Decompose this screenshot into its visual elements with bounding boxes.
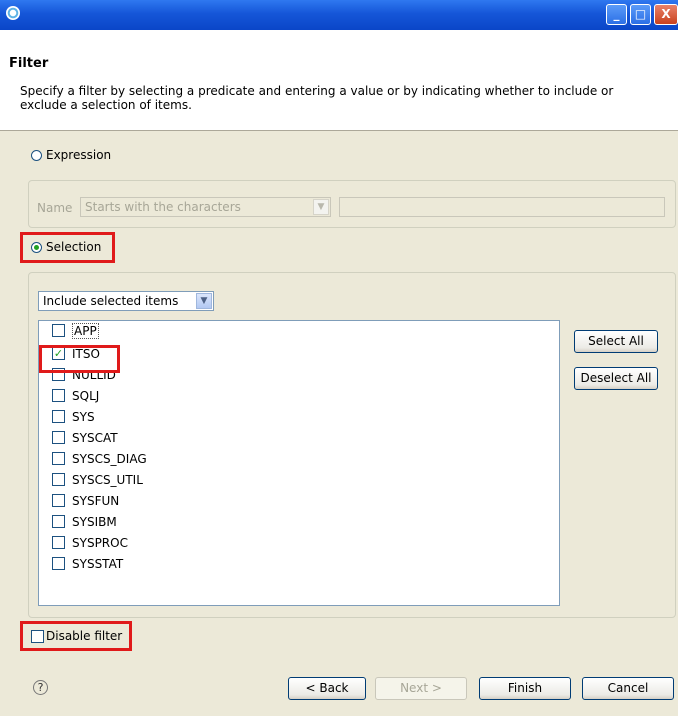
selection-label: Selection: [46, 240, 102, 254]
list-item[interactable]: SYSCS_DIAG: [38, 447, 560, 466]
value-field[interactable]: [339, 197, 665, 217]
cancel-button[interactable]: Cancel: [582, 677, 674, 700]
page-title: Filter: [9, 56, 49, 71]
close-button[interactable]: X: [654, 4, 678, 25]
list-item[interactable]: SYSIBM: [38, 510, 560, 529]
list-item[interactable]: SYSFUN: [38, 489, 560, 508]
list-item[interactable]: APP: [38, 321, 560, 340]
item-label: SYSFUN: [72, 494, 120, 508]
disable-filter-checkbox[interactable]: [31, 630, 44, 643]
disable-filter-label: Disable filter: [46, 629, 123, 643]
item-checkbox[interactable]: [52, 557, 65, 570]
item-checkbox[interactable]: [52, 431, 65, 444]
selection-radio[interactable]: [31, 242, 42, 253]
list-item[interactable]: SYSCS_UTIL: [38, 468, 560, 487]
item-checkbox[interactable]: [52, 389, 65, 402]
item-checkbox[interactable]: [52, 452, 65, 465]
item-checkbox[interactable]: [52, 324, 65, 337]
include-mode-value: Include selected items: [43, 294, 179, 308]
eclipse-icon: [6, 6, 20, 20]
item-label: SYSSTAT: [72, 557, 124, 571]
deselect-all-button[interactable]: Deselect All: [574, 367, 658, 390]
predicate-value: Starts with the characters: [85, 200, 241, 214]
dialog-header: [0, 30, 678, 130]
item-label: SYSCS_DIAG: [72, 452, 147, 466]
item-label: SYSCS_UTIL: [72, 473, 143, 487]
item-label: SYS: [72, 410, 95, 424]
finish-button[interactable]: Finish: [479, 677, 571, 700]
itso-highlight: [39, 345, 120, 373]
select-all-button[interactable]: Select All: [574, 330, 658, 353]
help-icon[interactable]: ?: [33, 680, 48, 695]
list-item[interactable]: SYSPROC: [38, 531, 560, 550]
maximize-button[interactable]: □: [630, 4, 651, 25]
expression-radio[interactable]: [31, 150, 42, 161]
chevron-down-icon: ▼: [313, 199, 329, 215]
minimize-button[interactable]: _: [606, 4, 627, 25]
page-description: Specify a filter by selecting a predicat…: [20, 84, 614, 112]
item-label: SYSPROC: [72, 536, 128, 550]
list-item[interactable]: SYSSTAT: [38, 552, 560, 571]
item-label: APP: [72, 323, 99, 339]
item-label: SQLJ: [72, 389, 100, 403]
item-checkbox[interactable]: [52, 473, 65, 486]
item-label: SYSIBM: [72, 515, 117, 529]
list-item[interactable]: SQLJ: [38, 384, 560, 403]
list-item[interactable]: SYSCAT: [38, 426, 560, 445]
next-button[interactable]: Next >: [375, 677, 467, 700]
item-checkbox[interactable]: [52, 536, 65, 549]
predicate-combo[interactable]: Starts with the characters ▼: [80, 197, 331, 217]
back-button[interactable]: < Back: [288, 677, 366, 700]
title-bar: [0, 0, 678, 31]
chevron-down-icon: ▼: [196, 293, 212, 309]
item-label: SYSCAT: [72, 431, 118, 445]
item-checkbox[interactable]: [52, 494, 65, 507]
list-item[interactable]: SYS: [38, 405, 560, 424]
name-label: Name: [37, 201, 73, 215]
expression-label: Expression: [46, 148, 112, 162]
include-mode-combo[interactable]: Include selected items ▼: [38, 291, 214, 311]
item-checkbox[interactable]: [52, 410, 65, 423]
item-checkbox[interactable]: [52, 515, 65, 528]
